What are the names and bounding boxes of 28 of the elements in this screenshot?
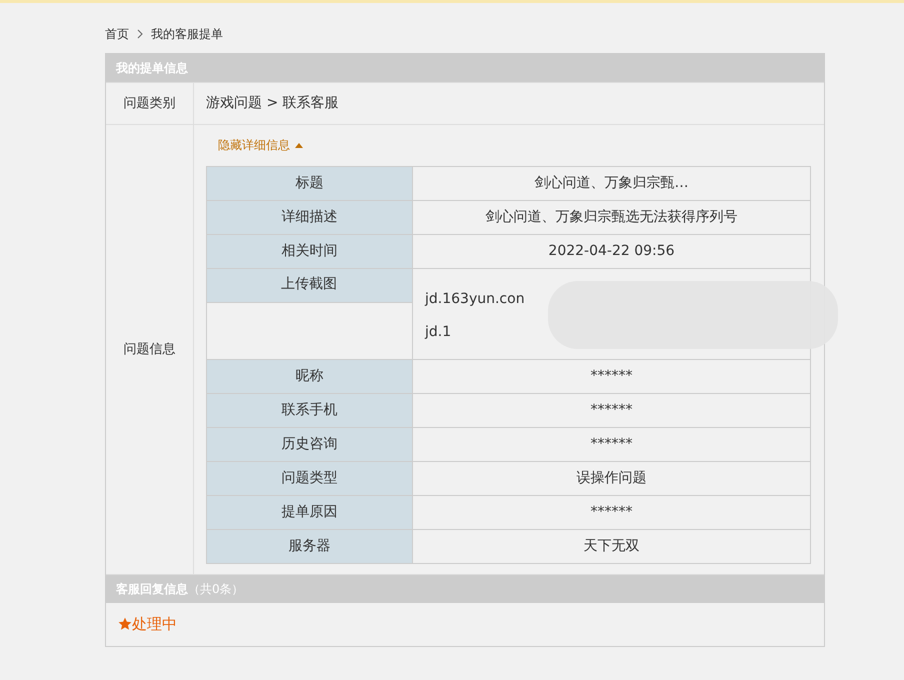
- field-label: 问题类别: [106, 83, 194, 124]
- field-label: 详细描述: [206, 200, 412, 234]
- field-value: ******: [590, 368, 632, 384]
- field-value: 游戏问题 > 联系客服: [205, 94, 340, 113]
- url-text: jd.1: [425, 323, 452, 342]
- field-label: 问题类型: [206, 462, 412, 496]
- status-text: 处理中: [132, 614, 177, 635]
- breadcrumb-current: 我的客服提单: [151, 26, 223, 43]
- field-value: 剑心问道、万象归宗甄选无法获得序列号: [486, 209, 738, 225]
- url-text: jd.163yun.con: [425, 290, 525, 309]
- field-value: ******: [590, 402, 632, 418]
- field-label: 服务器: [206, 530, 412, 564]
- star-icon: [118, 617, 132, 632]
- field-label: 昵称: [206, 360, 412, 394]
- caret-icon: [295, 142, 303, 148]
- field-label: 提单原因: [206, 496, 412, 530]
- field-value: ******: [590, 504, 632, 520]
- field-value: 剑心问道、万象归宗甄…: [534, 175, 688, 191]
- field-label: 相关时间: [206, 234, 412, 268]
- breadcrumb-link[interactable]: 首页: [105, 25, 129, 43]
- field-value: 误操作问题: [576, 470, 646, 486]
- field-label: 联系手机: [206, 394, 412, 428]
- field-label: 历史咨询: [206, 428, 412, 462]
- field-value: ******: [590, 436, 632, 452]
- field-value: 2022-04-22 09:56: [548, 243, 675, 259]
- field-label: 标题: [206, 166, 412, 200]
- field-value: 天下无双: [584, 538, 640, 554]
- field-label: 上传截图: [206, 269, 412, 303]
